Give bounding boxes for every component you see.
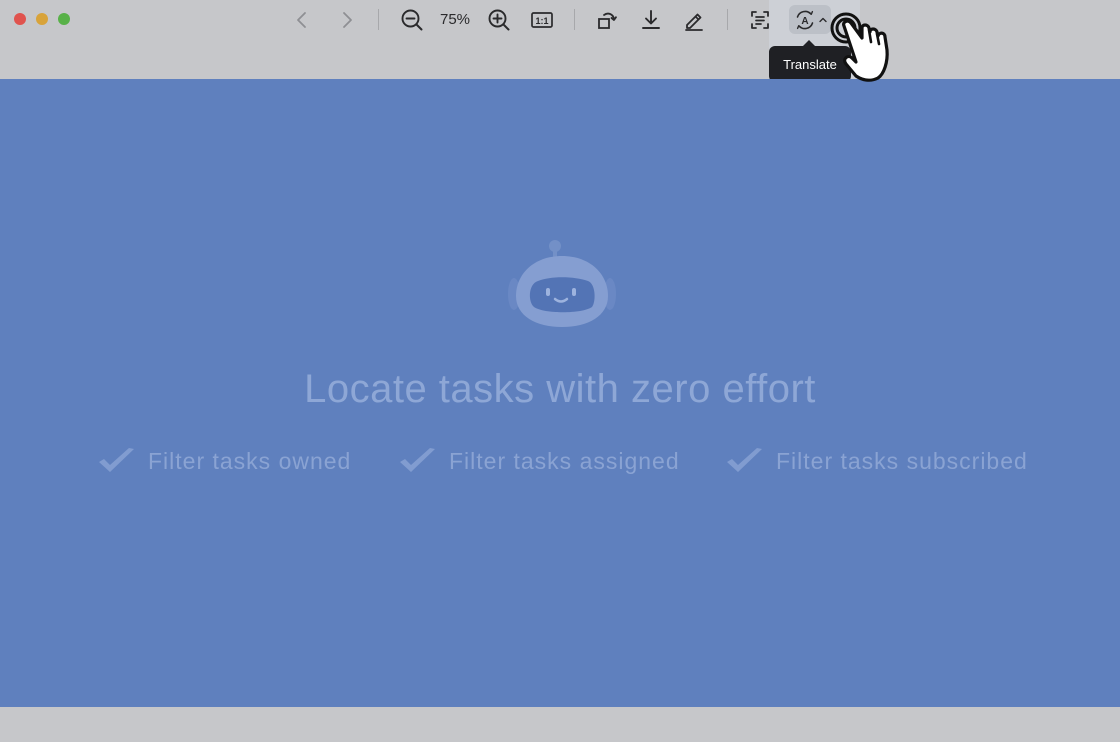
zoom-in-button[interactable]	[485, 6, 513, 34]
app-window: 75% 1:1 A Translate Locate tasks with ze…	[0, 0, 1120, 742]
actual-size-button[interactable]: 1:1	[528, 6, 556, 34]
chevron-left-icon	[297, 12, 306, 28]
download-icon	[642, 10, 660, 29]
pen-icon	[685, 13, 703, 31]
window-zoom-button[interactable]	[58, 13, 70, 25]
window-minimize-button[interactable]	[36, 13, 48, 25]
toolbar-divider	[574, 9, 575, 30]
window-close-button[interactable]	[14, 13, 26, 25]
check-icon	[727, 448, 762, 472]
zoom-level[interactable]: 75%	[433, 11, 477, 28]
check-icon	[99, 448, 134, 472]
back-button[interactable]	[288, 6, 316, 34]
robot-mascot-icon	[508, 240, 616, 327]
actual-size-icon: 1:1	[531, 12, 553, 28]
chevron-right-icon	[343, 12, 352, 28]
svg-text:A: A	[801, 15, 808, 26]
download-button[interactable]	[637, 6, 665, 34]
feature-item: Filter tasks subscribed	[724, 443, 1028, 479]
translate-icon: A	[796, 10, 813, 29]
toolbar-divider	[378, 9, 379, 30]
content-overlay: Locate tasks with zero effort Filter tas…	[0, 79, 1120, 707]
toolbar: 75% 1:1 A Translate	[0, 0, 1120, 96]
zoom-out-button[interactable]	[398, 6, 426, 34]
zoom-out-icon	[401, 9, 423, 31]
toolbar-divider	[727, 9, 728, 30]
zoom-in-icon	[488, 9, 510, 31]
bottom-bar	[0, 707, 1120, 742]
forward-button[interactable]	[333, 6, 361, 34]
feature-label: Filter tasks assigned	[449, 447, 680, 474]
headline: Locate tasks with zero effort	[304, 367, 816, 411]
check-icon	[400, 448, 435, 472]
feature-label: Filter tasks owned	[148, 447, 352, 474]
svg-text:1:1: 1:1	[535, 16, 548, 26]
annotate-button[interactable]	[680, 6, 708, 34]
feature-item: Filter tasks owned	[96, 443, 351, 479]
feature-item: Filter tasks assigned	[397, 443, 680, 479]
rotate-button[interactable]	[593, 6, 621, 34]
rotate-icon	[598, 12, 617, 29]
feature-label: Filter tasks subscribed	[776, 447, 1028, 474]
pointer-hand-icon	[830, 12, 889, 82]
